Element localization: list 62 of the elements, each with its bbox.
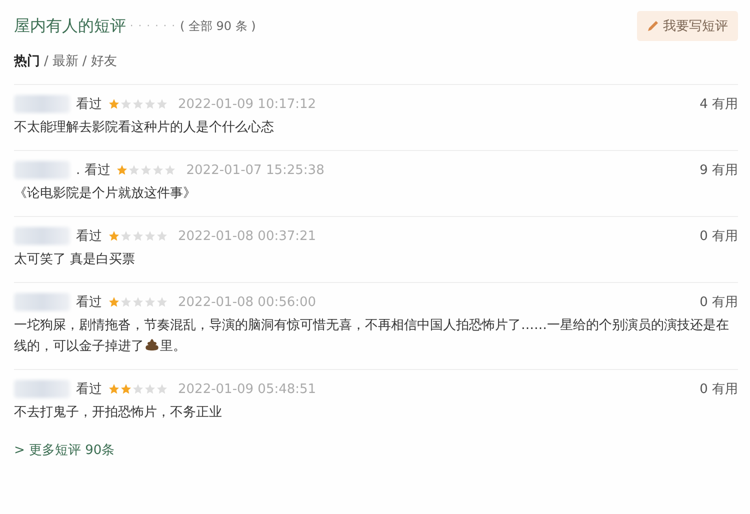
star-icon: [120, 98, 132, 110]
star-icon: [108, 296, 120, 308]
blurred-username: [14, 161, 70, 179]
sort-tab[interactable]: 好友: [90, 52, 117, 70]
star-icon: [140, 164, 152, 176]
watched-status: 看过: [76, 228, 102, 245]
star-icon: [144, 296, 156, 308]
sort-tab[interactable]: 热门: [14, 52, 40, 70]
star-icon: [120, 383, 132, 395]
comment-text: 不太能理解去影院看这种片的人是个什么心态: [14, 119, 275, 137]
star-icon: [108, 383, 120, 395]
star-icon: [164, 164, 176, 176]
star-icon: [144, 98, 156, 110]
watched-status: . 看过: [76, 162, 110, 179]
sort-tab[interactable]: 最新: [52, 52, 78, 70]
blurred-username: [14, 293, 70, 311]
separator: /: [44, 54, 48, 68]
comment-text: 不去打鬼子，开拍恐怖片，不务正业: [14, 404, 223, 422]
review-time: 2022-01-09 05:48:51: [178, 382, 316, 396]
dots: · · · · · ·: [130, 20, 176, 32]
blurred-username: [14, 95, 70, 113]
write-review-button[interactable]: 我要写短评: [637, 11, 738, 41]
blurred-username: [14, 227, 70, 245]
review-time: 2022-01-08 00:37:21: [178, 228, 316, 244]
review-time: 2022-01-07 15:25:38: [186, 162, 324, 178]
review-count: ( 全部 90 条 ): [180, 18, 256, 34]
blurred-username: [14, 380, 70, 398]
comment-text: 一坨狗屎，剧情拖沓，节奏混乱，导演的脑洞有惊可惜无喜，不再相信中国人拍恐怖片了……一星给的个别演员的演技还是在线的，可以金子掉进了 里。: [14, 317, 730, 356]
poop-icon: [144, 338, 160, 352]
pencil-icon: [647, 20, 659, 32]
star-icon: [156, 296, 168, 308]
star-icon: [120, 230, 132, 242]
star-icon: [144, 383, 156, 395]
star-icon: [156, 98, 168, 110]
star-icon: [132, 230, 144, 242]
review-time: 2022-01-08 00:56:00: [178, 294, 316, 310]
comment-text: 《论电影院是个片就放这件事》: [14, 185, 197, 203]
star-icon: [128, 164, 140, 176]
star-icon: [108, 98, 120, 110]
comment-text: 太可笑了 真是白买票: [14, 251, 136, 269]
star-icon: [144, 230, 156, 242]
useful-votes[interactable]: 0 有用: [700, 293, 738, 311]
section-title: 屋内有人的短评: [14, 16, 126, 36]
star-icon: [108, 230, 120, 242]
star-icon: [116, 164, 128, 176]
more-reviews-link[interactable]: > 更多短评 90条: [14, 441, 115, 459]
useful-votes[interactable]: 9 有用: [700, 161, 738, 179]
watched-status: 看过: [76, 294, 102, 311]
star-icon: [132, 383, 144, 395]
star-icon: [132, 296, 144, 308]
review-time: 2022-01-09 10:17:12: [178, 96, 316, 112]
star-icon: [152, 164, 164, 176]
separator: /: [82, 54, 87, 68]
useful-votes[interactable]: 0 有用: [700, 380, 738, 398]
useful-votes[interactable]: 4 有用: [700, 95, 738, 113]
star-icon: [120, 296, 132, 308]
useful-votes[interactable]: 0 有用: [700, 227, 738, 245]
star-icon: [156, 230, 168, 242]
star-icon: [156, 383, 168, 395]
star-icon: [132, 98, 144, 110]
watched-status: 看过: [76, 96, 102, 113]
watched-status: 看过: [76, 381, 102, 398]
